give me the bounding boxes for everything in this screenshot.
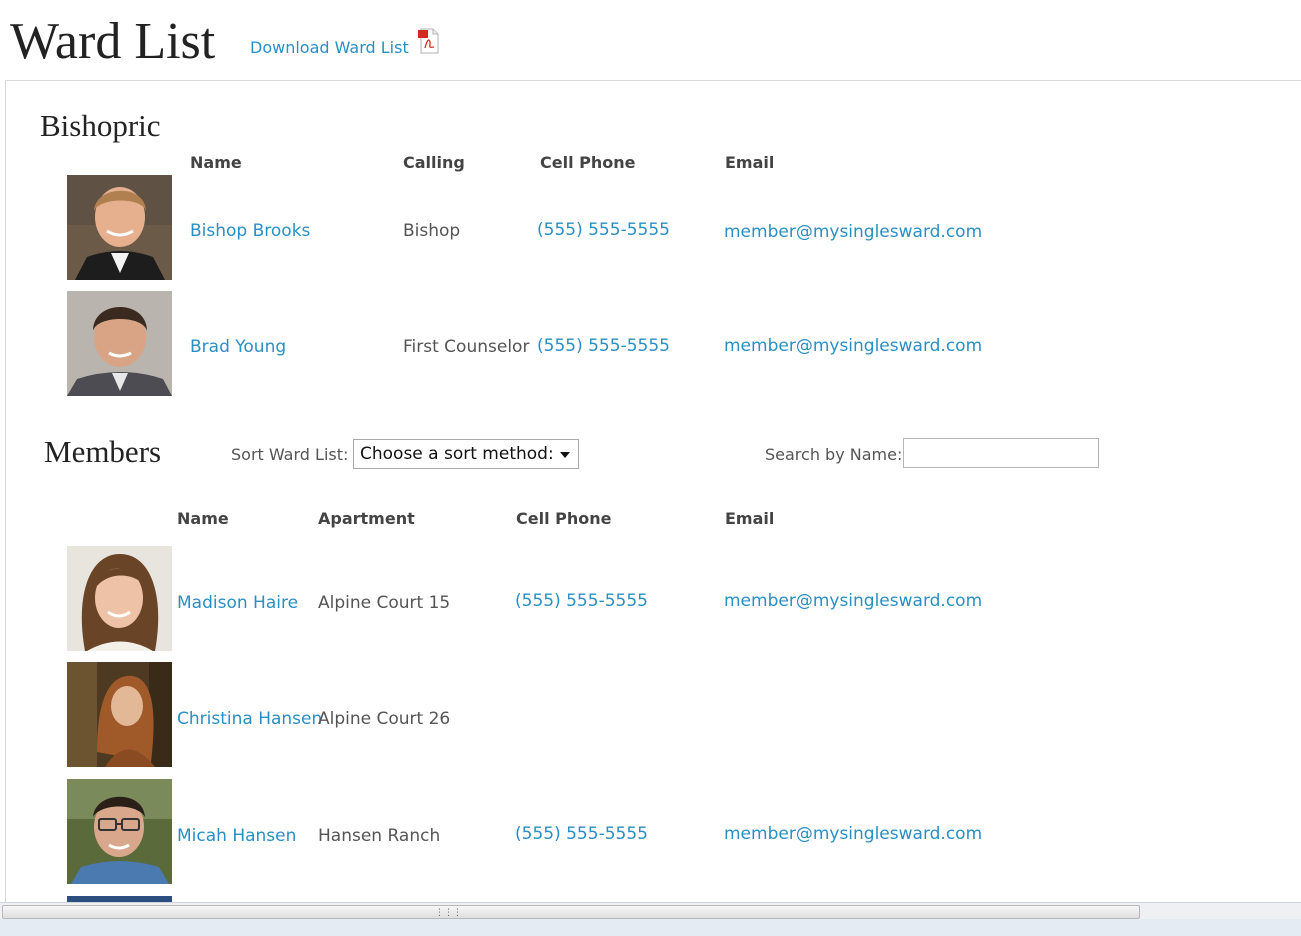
member-photo[interactable] (67, 291, 172, 396)
search-label: Search by Name: (765, 445, 903, 464)
members-col-name: Name (177, 509, 229, 528)
member-calling: First Counselor (403, 337, 530, 357)
member-calling: Bishop (403, 221, 461, 241)
page-title: Ward List (10, 13, 216, 70)
member-apartment: Hansen Ranch (318, 826, 441, 846)
member-email-link[interactable]: member@mysinglesward.com (724, 336, 982, 356)
member-apartment: Alpine Court 26 (318, 709, 451, 729)
member-apartment: Alpine Court 15 (318, 593, 451, 613)
member-phone-link[interactable]: (555) 555-5555 (515, 824, 648, 844)
horizontal-scrollbar[interactable]: ⋮⋮⋮ (0, 902, 1301, 919)
download-ward-list-link[interactable]: Download Ward List (250, 38, 409, 57)
table-row: Brad Young First Counselor (555) 555-555… (0, 291, 1000, 397)
bishopric-col-name: Name (190, 153, 242, 172)
grip-icon: ⋮⋮⋮ (435, 908, 462, 918)
table-row: Christina Hansen Alpine Court 26 (0, 662, 1000, 768)
search-input[interactable] (903, 438, 1099, 468)
bishopric-col-calling: Calling (403, 153, 465, 172)
member-phone-link[interactable]: (555) 555-5555 (515, 591, 648, 611)
member-name-link[interactable]: Madison Haire (177, 593, 298, 613)
member-email-link[interactable]: member@mysinglesward.com (724, 591, 982, 611)
status-bar (0, 919, 1301, 936)
sort-select[interactable]: Choose a sort method: (353, 439, 579, 469)
member-name-link[interactable]: Bishop Brooks (190, 221, 310, 241)
member-name-link[interactable]: Micah Hansen (177, 826, 296, 846)
bishopric-heading: Bishopric (40, 108, 161, 143)
member-photo[interactable] (67, 779, 172, 884)
member-phone-link[interactable]: (555) 555-5555 (537, 220, 670, 240)
members-col-apartment: Apartment (318, 509, 415, 528)
member-email-link[interactable]: member@mysinglesward.com (724, 222, 982, 242)
table-row: Micah Hansen Hansen Ranch (555) 555-5555… (0, 779, 1000, 885)
members-col-phone: Cell Phone (516, 509, 612, 528)
member-photo[interactable] (67, 662, 172, 767)
pdf-icon[interactable] (418, 28, 440, 54)
members-col-email: Email (725, 509, 775, 528)
member-photo[interactable] (67, 546, 172, 651)
bishopric-col-phone: Cell Phone (540, 153, 636, 172)
chevron-down-icon (560, 452, 570, 458)
sort-selected-value: Choose a sort method: (360, 444, 554, 464)
member-photo[interactable] (67, 175, 172, 280)
member-email-link[interactable]: member@mysinglesward.com (724, 824, 982, 844)
member-phone-link[interactable]: (555) 555-5555 (537, 336, 670, 356)
scrollbar-thumb[interactable]: ⋮⋮⋮ (2, 905, 1140, 919)
bishopric-col-email: Email (725, 153, 775, 172)
member-name-link[interactable]: Brad Young (190, 337, 286, 357)
members-heading: Members (44, 434, 162, 469)
sort-label: Sort Ward List: (231, 445, 349, 464)
table-row: Bishop Brooks Bishop (555) 555-5555 memb… (0, 175, 1000, 281)
table-row: Madison Haire Alpine Court 15 (555) 555-… (0, 546, 1000, 652)
member-name-link[interactable]: Christina Hansen (177, 709, 322, 729)
